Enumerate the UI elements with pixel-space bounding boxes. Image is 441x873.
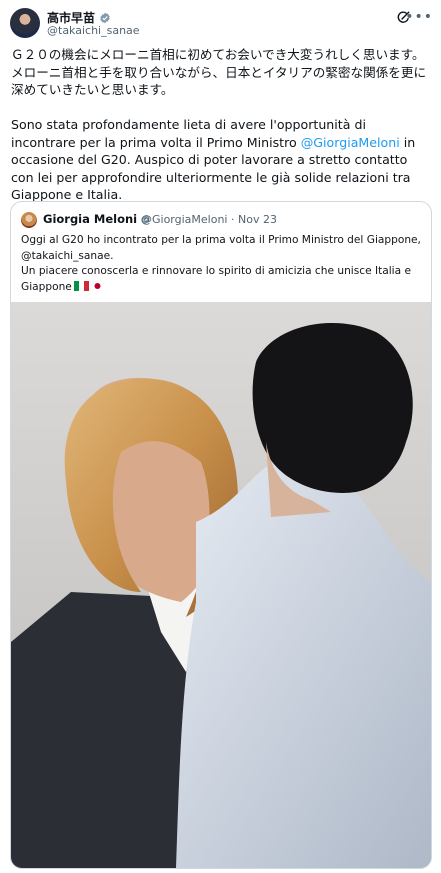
verified-badge-icon [100, 12, 110, 23]
quote-author-avatar [21, 212, 37, 228]
italy-flag-icon [73, 280, 89, 291]
quote-author-name-text: Giorgia Meloni [43, 212, 138, 226]
more-icon[interactable]: ••• [405, 10, 433, 25]
japan-flag-icon [90, 280, 104, 291]
quote-author-name: Giorgia Meloni [43, 212, 151, 226]
quoted-post[interactable]: Giorgia Meloni @GiorgiaMeloni · Nov 23 O… [10, 201, 432, 869]
post-text-ja: Ｇ２０の機会にメローニ首相に初めてお会いでき大変うれしく思います。メローニ首相と… [11, 47, 427, 97]
post-header: 高市早苗 @takaichi_sanae ••• [0, 0, 441, 44]
author-avatar[interactable] [10, 8, 40, 38]
mention-link[interactable]: @GiorgiaMeloni [301, 135, 400, 150]
quote-meta: @GiorgiaMeloni · Nov 23 [141, 213, 277, 226]
post-body: Ｇ２０の機会にメローニ首相に初めてお会いでき大変うれしく思います。メローニ首相と… [11, 46, 433, 204]
author-handle[interactable]: @takaichi_sanae [47, 24, 140, 37]
quote-text: Oggi al G20 ho incontrato per la prima v… [21, 233, 423, 295]
quote-photo[interactable] [11, 302, 431, 868]
